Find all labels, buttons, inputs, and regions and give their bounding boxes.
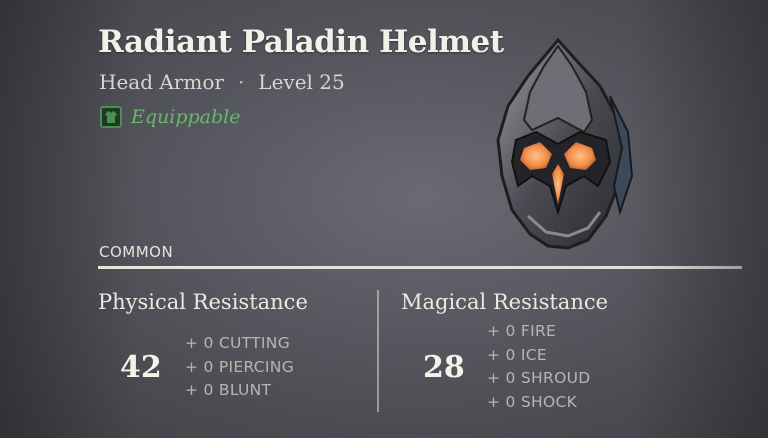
magical-resistance-title: Magical Resistance xyxy=(401,290,609,314)
item-level: Level 25 xyxy=(258,70,345,94)
item-tooltip-panel: Radiant Paladin Helmet Head Armor · Level … xyxy=(0,0,768,438)
resistance-piercing: + 0 PIERCING xyxy=(185,357,295,376)
magical-resistance-breakdown: + 0 FIRE + 0 ICE + 0 SHROUD + 0 SHOCK xyxy=(487,320,590,414)
equippable-label: Equippable xyxy=(131,106,241,128)
physical-resistance-value: 42 xyxy=(120,350,162,385)
resistance-shock: + 0 SHOCK xyxy=(487,392,578,411)
resistance-blunt: + 0 BLUNT xyxy=(185,381,272,399)
physical-resistance-title: Physical Resistance xyxy=(98,290,308,314)
armor-shirt-icon xyxy=(100,106,122,128)
magical-resistance-value: 28 xyxy=(423,350,465,385)
column-divider xyxy=(377,290,379,412)
subline-separator: · xyxy=(237,70,245,94)
item-name: Radiant Paladin Helmet xyxy=(98,24,504,60)
helmet-icon xyxy=(496,37,634,250)
physical-resistance-breakdown: + 0 CUTTING + 0 PIERCING + 0 BLUNT xyxy=(185,332,294,403)
section-divider xyxy=(98,266,742,269)
item-type: Head Armor xyxy=(99,70,224,94)
rarity-label: COMMON xyxy=(99,243,174,261)
equippable-indicator: Equippable xyxy=(100,106,240,128)
resistance-fire: + 0 FIRE xyxy=(487,322,557,340)
resistance-ice: + 0 ICE xyxy=(487,345,547,364)
resistance-cutting: + 0 CUTTING xyxy=(185,334,291,352)
item-subline: Head Armor · Level 25 xyxy=(99,70,345,94)
resistance-shroud: + 0 SHROUD xyxy=(487,369,591,387)
